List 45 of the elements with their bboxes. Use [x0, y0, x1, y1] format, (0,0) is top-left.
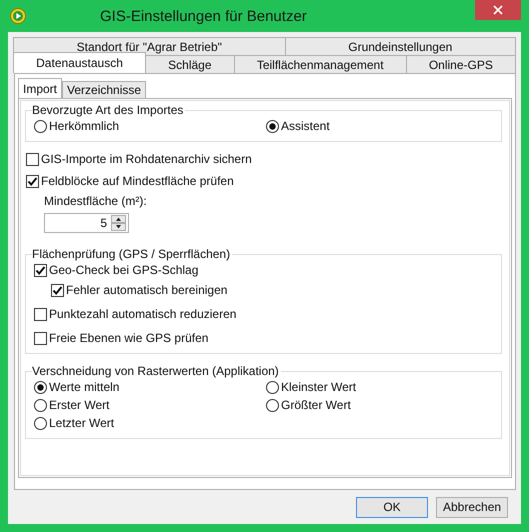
checkbox[interactable] — [26, 174, 39, 188]
radio-label: Größter Wert — [281, 398, 351, 412]
checkbox[interactable] — [51, 284, 64, 296]
checkbox[interactable] — [34, 308, 47, 320]
radio-label: Herkömmlich — [49, 119, 120, 133]
radio-button[interactable] — [34, 398, 47, 412]
checkbox[interactable] — [26, 152, 39, 166]
radio-label: Letzter Wert — [49, 416, 114, 430]
tab[interactable]: Teilflächenmanagement — [234, 55, 407, 73]
checkbox-label: Fehler automatisch bereinigen — [66, 283, 228, 297]
checkbox-label: Freie Ebenen wie GPS prüfen — [49, 331, 208, 345]
tab[interactable]: Import — [18, 78, 62, 98]
checkbox-label: Feldblöcke auf Mindestfläche prüfen — [41, 174, 234, 188]
radio-button[interactable] — [34, 380, 47, 394]
cancel-button[interactable]: Abbrechen — [436, 496, 508, 518]
ok-button[interactable]: OK — [356, 496, 428, 518]
tab[interactable]: Schläge — [145, 55, 235, 73]
group-label: Flächenprüfung (GPS / Sperrflächen) — [32, 247, 232, 261]
tab[interactable]: Verzeichnisse — [62, 81, 146, 98]
radio-label: Erster Wert — [49, 398, 110, 412]
group-label: Bevorzugte Art des Importes — [32, 103, 184, 117]
radio-button[interactable] — [34, 416, 47, 430]
tab[interactable]: Grundeinstellungen — [284, 37, 516, 55]
checkbox-label: Punktezahl automatisch reduzieren — [49, 307, 236, 321]
checkbox-label: GIS-Importe im Rohdatenarchiv sichern — [41, 152, 252, 166]
checkbox-label: Geo-Check bei GPS-Schlag — [49, 263, 198, 277]
radio-button[interactable] — [266, 120, 279, 132]
play-icon — [10, 8, 26, 24]
close-icon — [493, 5, 503, 15]
close-button[interactable] — [475, 0, 521, 20]
checkbox[interactable] — [34, 332, 47, 344]
radio-label: Werte mitteln — [49, 380, 120, 394]
radio-label: Assistent — [281, 119, 330, 133]
tab[interactable]: Standort für "Agrar Betrieb" — [13, 37, 286, 55]
number-spinner[interactable]: 5 — [44, 213, 129, 233]
field-label: Mindestfläche (m²): — [44, 194, 148, 208]
radio-label: Kleinster Wert — [281, 380, 356, 394]
radio-button[interactable] — [266, 380, 279, 394]
checkbox[interactable] — [34, 264, 47, 276]
window-title: GIS-Einstellungen für Benutzer — [100, 8, 307, 24]
tab[interactable]: Datenaustausch — [13, 52, 146, 73]
tab[interactable]: Online-GPS — [406, 55, 516, 73]
radio-button[interactable] — [34, 120, 47, 132]
group-label: Verschneidung von Rasterwerten (Applikation) — [32, 364, 280, 378]
radio-button[interactable] — [266, 398, 279, 412]
